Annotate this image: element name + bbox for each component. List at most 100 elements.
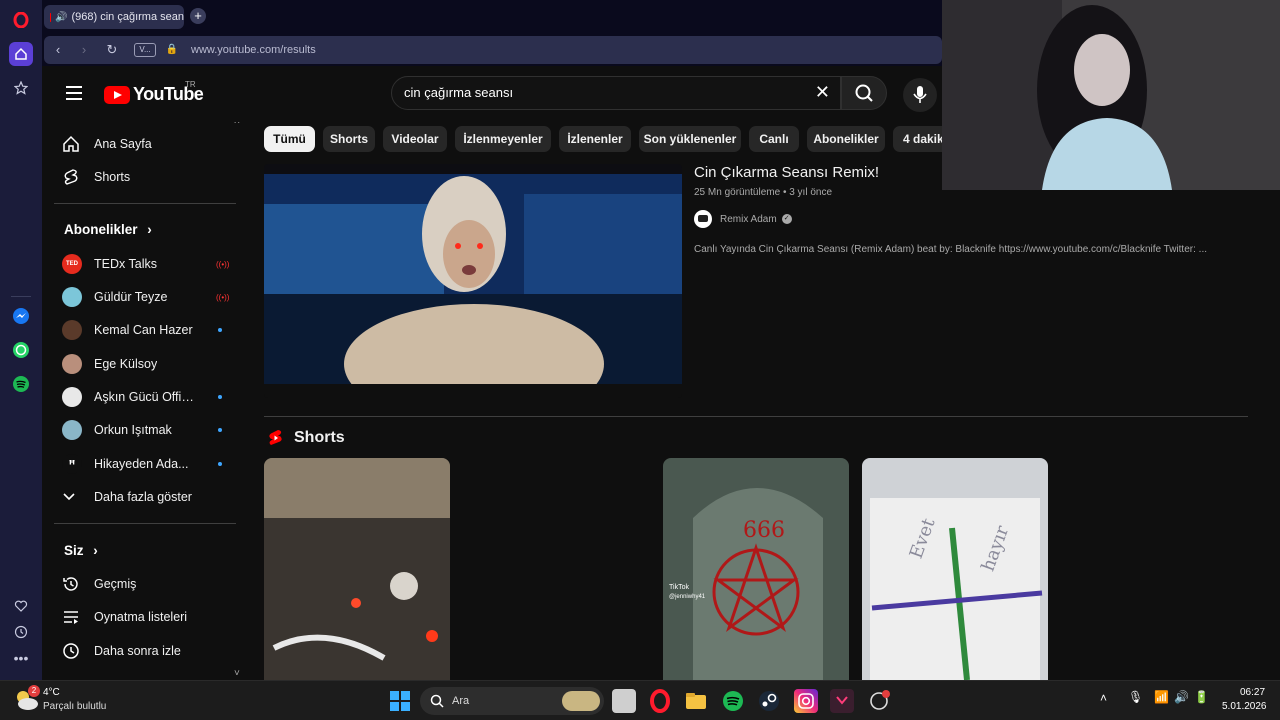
sidebar-item-label: Shorts — [94, 170, 131, 184]
chip-all[interactable]: Tümü — [264, 126, 315, 152]
new-tab-button[interactable]: + — [190, 8, 206, 24]
clock-time[interactable]: 06:27 — [1240, 687, 1265, 698]
sidebar-item-hikayeden[interactable]: ꟸ Hikayeden Ada... — [54, 448, 234, 480]
lock-icon: 🔒 — [165, 44, 179, 55]
vpn-badge[interactable]: V... — [134, 43, 156, 57]
heart-icon[interactable] — [9, 594, 33, 618]
discord-overlay-icon[interactable] — [867, 689, 891, 713]
avatar: TED — [62, 254, 82, 274]
sidebar-item-label: Oynatma listeleri — [94, 610, 188, 624]
clock-date[interactable]: 5.01.2026 — [1222, 701, 1267, 712]
sidebar-item-orkun[interactable]: Orkun Işıtmak — [54, 414, 234, 446]
chip-live[interactable]: Canlı — [749, 126, 799, 152]
search-highlight-image — [562, 691, 600, 711]
you-section-title[interactable]: Siz › — [64, 543, 98, 558]
chevron-right-icon: › — [147, 222, 152, 237]
more-dots-icon[interactable]: ••• — [9, 646, 33, 670]
reload-icon[interactable]: ↻ — [104, 42, 120, 58]
chevron-down-icon — [54, 492, 94, 502]
wifi-icon[interactable]: 📶 — [1154, 690, 1169, 704]
chip-recent[interactable]: Son yüklenenler — [639, 126, 741, 152]
scroll-down-icon[interactable]: ˅ — [234, 668, 240, 679]
sidebar-item-kemal[interactable]: Kemal Can Hazer — [54, 314, 234, 346]
whatsapp-icon[interactable] — [9, 338, 33, 362]
shorts-icon — [269, 430, 282, 445]
watch-later-icon — [54, 642, 94, 660]
avatar — [62, 420, 82, 440]
file-explorer-icon[interactable] — [684, 689, 708, 713]
instagram-icon[interactable] — [794, 689, 818, 713]
channel-link[interactable]: Remix Adam ✓ — [694, 210, 792, 228]
opera-taskbar-icon[interactable] — [648, 689, 672, 713]
short-card[interactable]: 666 TikTok @jenniwhy41 — [663, 458, 849, 680]
avatar — [62, 320, 82, 340]
sidebar-item-label: Ana Sayfa — [94, 137, 152, 151]
short-thumbnail — [264, 458, 450, 680]
sidebar-item-guldur[interactable]: Güldür Teyze ((•)) — [54, 281, 234, 313]
opera-logo-icon[interactable] — [9, 8, 33, 32]
microphone-icon[interactable]: 🎙 — [1128, 690, 1143, 704]
steam-icon[interactable] — [757, 689, 781, 713]
search-button[interactable] — [841, 76, 887, 110]
clock-icon[interactable] — [9, 620, 33, 644]
short-sign: 666 — [743, 518, 785, 543]
search-icon — [855, 84, 873, 102]
chip-videos[interactable]: Videolar — [383, 126, 447, 152]
sidebar-item-label: Güldür Teyze — [94, 290, 168, 304]
sidebar-item-label: Orkun Işıtmak — [94, 423, 172, 437]
taskbar-search[interactable]: Ara — [420, 687, 604, 715]
sidebar-item-label: Daha fazla göster — [94, 490, 192, 504]
video-title[interactable]: Cin Çıkarma Seansı Remix! — [694, 164, 879, 181]
weather-widget[interactable]: 2 — [14, 685, 40, 713]
sidebar-item-watch-later[interactable]: Daha sonra izle — [54, 635, 234, 667]
forward-icon[interactable]: › — [76, 42, 92, 58]
windows-taskbar: 2 4°C Parçalı bulutlu Ara ˄ 🎙 📶 🔊 🔋 06:2… — [0, 680, 1280, 720]
url-text[interactable]: www.youtube.com/results — [191, 44, 316, 56]
short-card[interactable]: Evet hayır — [862, 458, 1048, 680]
video-thumbnail[interactable] — [264, 164, 682, 398]
chip-unwatched[interactable]: İzlenmeyenler — [455, 126, 551, 152]
webcam-overlay — [942, 0, 1280, 190]
voice-search-button[interactable] — [903, 78, 937, 112]
divider — [54, 523, 236, 524]
sidebar-item-ege[interactable]: Ege Külsoy — [54, 348, 234, 380]
spotify-icon[interactable] — [9, 372, 33, 396]
active-tab[interactable]: 🔊 (968) cin çağırma sean — [44, 5, 184, 29]
star-icon[interactable] — [9, 76, 33, 100]
show-more-button[interactable]: Daha fazla göster — [54, 481, 234, 513]
history-icon — [54, 575, 94, 593]
back-icon[interactable]: ‹ — [50, 42, 66, 58]
menu-icon[interactable] — [66, 86, 82, 100]
sidebar-item-shorts[interactable]: Shorts — [54, 161, 234, 193]
tray-expand-icon[interactable]: ˄ — [1100, 691, 1107, 705]
sidebar-item-tedx[interactable]: TED TEDx Talks ((•)) — [54, 248, 234, 280]
battery-icon[interactable]: 🔋 — [1194, 690, 1209, 704]
tab-title: (968) cin çağırma sean — [71, 11, 185, 23]
speaker-icon[interactable]: 🔊 — [55, 12, 67, 23]
sidebar-item-home[interactable]: Ana Sayfa — [54, 128, 234, 160]
subscriptions-title[interactable]: Abonelikler › — [64, 222, 152, 237]
guide-sidebar: ˄ Ana Sayfa Shorts Abonelikler › TED TED… — [42, 122, 242, 680]
chip-shorts[interactable]: Shorts — [323, 126, 375, 152]
sidebar-item-playlists[interactable]: Oynatma listeleri — [54, 601, 234, 633]
search-input[interactable] — [404, 85, 784, 100]
short-thumbnail — [862, 458, 1048, 680]
volume-icon[interactable]: 🔊 — [1174, 690, 1189, 704]
clear-search-icon[interactable]: ✕ — [815, 82, 830, 103]
task-view-icon[interactable] — [612, 689, 636, 713]
short-thumbnail — [663, 458, 849, 680]
short-card[interactable] — [264, 458, 450, 680]
home-icon[interactable] — [9, 42, 33, 66]
shorts-title: Shorts — [294, 429, 345, 446]
scroll-up-icon[interactable]: ˄ — [234, 122, 240, 127]
app-icon[interactable] — [830, 689, 854, 713]
divider — [264, 416, 1248, 417]
chip-subscriptions[interactable]: Abonelikler — [807, 126, 885, 152]
windows-start-icon[interactable] — [388, 689, 412, 713]
messenger-icon[interactable] — [9, 304, 33, 328]
chip-watched[interactable]: İzlenenler — [559, 126, 631, 152]
sidebar-item-history[interactable]: Geçmiş — [54, 568, 234, 600]
spotify-taskbar-icon[interactable] — [721, 689, 745, 713]
sidebar-item-askin[interactable]: Aşkın Gücü Offic... — [54, 381, 234, 413]
chip-duration[interactable]: 4 dakik — [893, 126, 942, 152]
